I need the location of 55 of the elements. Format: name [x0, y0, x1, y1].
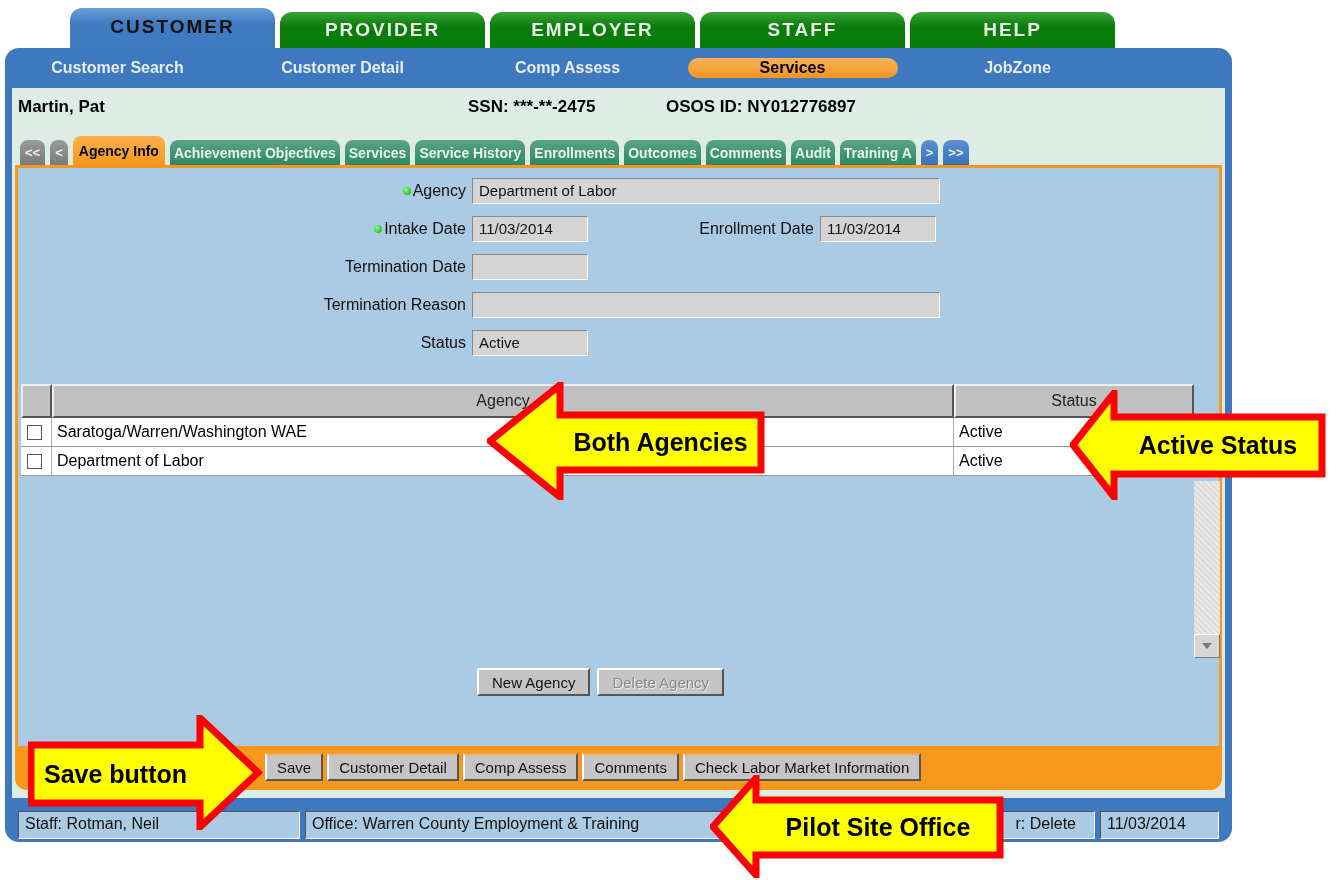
section-tab[interactable]: <<: [20, 140, 46, 165]
action-button[interactable]: Comments: [582, 753, 679, 781]
field-label: Intake Date: [384, 219, 466, 238]
input-field[interactable]: Department of Labor: [472, 177, 940, 204]
action-button[interactable]: Comp Assess: [462, 753, 579, 781]
field-label: Agency: [412, 181, 466, 200]
section-tab[interactable]: Training A: [839, 140, 916, 165]
checkbox[interactable]: [27, 453, 42, 469]
module-tab[interactable]: HELP: [910, 12, 1115, 48]
field-label: Enrollment Date: [699, 219, 814, 238]
action-button[interactable]: Save: [265, 753, 324, 781]
nav-link[interactable]: Customer Search: [51, 58, 184, 78]
nav-link[interactable]: Services: [687, 58, 898, 78]
input-field[interactable]: Active: [472, 329, 588, 356]
section-tab[interactable]: Comments: [705, 140, 787, 165]
section-tab[interactable]: <: [50, 140, 68, 165]
header-cell: [21, 384, 52, 418]
nav-link[interactable]: Customer Detail: [281, 58, 404, 78]
module-tab[interactable]: PROVIDER: [280, 12, 485, 48]
scrollbar[interactable]: [1194, 481, 1220, 658]
callout-text: Pilot Site Office: [784, 812, 972, 843]
status-cell: Staff: Rotman, Neil: [18, 811, 300, 839]
section-tab[interactable]: Service History: [415, 140, 526, 165]
section-tab[interactable]: >: [920, 140, 939, 165]
column-header[interactable]: Status: [954, 384, 1194, 418]
module-tab[interactable]: EMPLOYER: [490, 12, 695, 48]
action-button[interactable]: Check Labor Market Information: [683, 753, 922, 781]
section-tab[interactable]: Services: [344, 140, 411, 165]
scroll-down-icon[interactable]: [1194, 634, 1220, 658]
ssn-text: SSN: ***-**-2475: [468, 96, 597, 117]
column-header[interactable]: Agency: [52, 384, 954, 418]
input-field[interactable]: 11/03/2014: [820, 215, 936, 242]
section-tab[interactable]: Agency Info: [72, 136, 165, 165]
callout-text: Save button: [42, 758, 189, 790]
module-tab[interactable]: CUSTOMER: [70, 8, 275, 48]
action-button[interactable]: Customer Detail: [327, 753, 459, 781]
section-tab[interactable]: Achievement Objectives: [169, 140, 340, 165]
field-label: Termination Date: [345, 257, 466, 276]
status-cell: 11/03/2014: [1100, 811, 1219, 839]
section-tab[interactable]: Audit: [791, 140, 835, 165]
input-field[interactable]: [472, 253, 588, 280]
osos-id-text: OSOS ID: NY012776897: [666, 96, 856, 117]
section-tab[interactable]: Outcomes: [624, 140, 701, 165]
module-tab[interactable]: STAFF: [700, 12, 905, 48]
agency-button[interactable]: New Agency: [477, 668, 591, 696]
section-tab[interactable]: >>: [943, 140, 969, 165]
section-tab[interactable]: Enrollments: [530, 140, 620, 165]
checkbox[interactable]: [27, 424, 42, 440]
nav-link[interactable]: JobZone: [984, 58, 1051, 78]
input-field[interactable]: 11/03/2014: [472, 215, 588, 242]
input-field[interactable]: [472, 291, 940, 318]
field-label: Termination Reason: [323, 295, 466, 314]
nav-link[interactable]: Comp Assess: [514, 58, 621, 78]
field-label: Status: [420, 333, 466, 352]
customer-name: Martin, Pat: [17, 96, 106, 117]
